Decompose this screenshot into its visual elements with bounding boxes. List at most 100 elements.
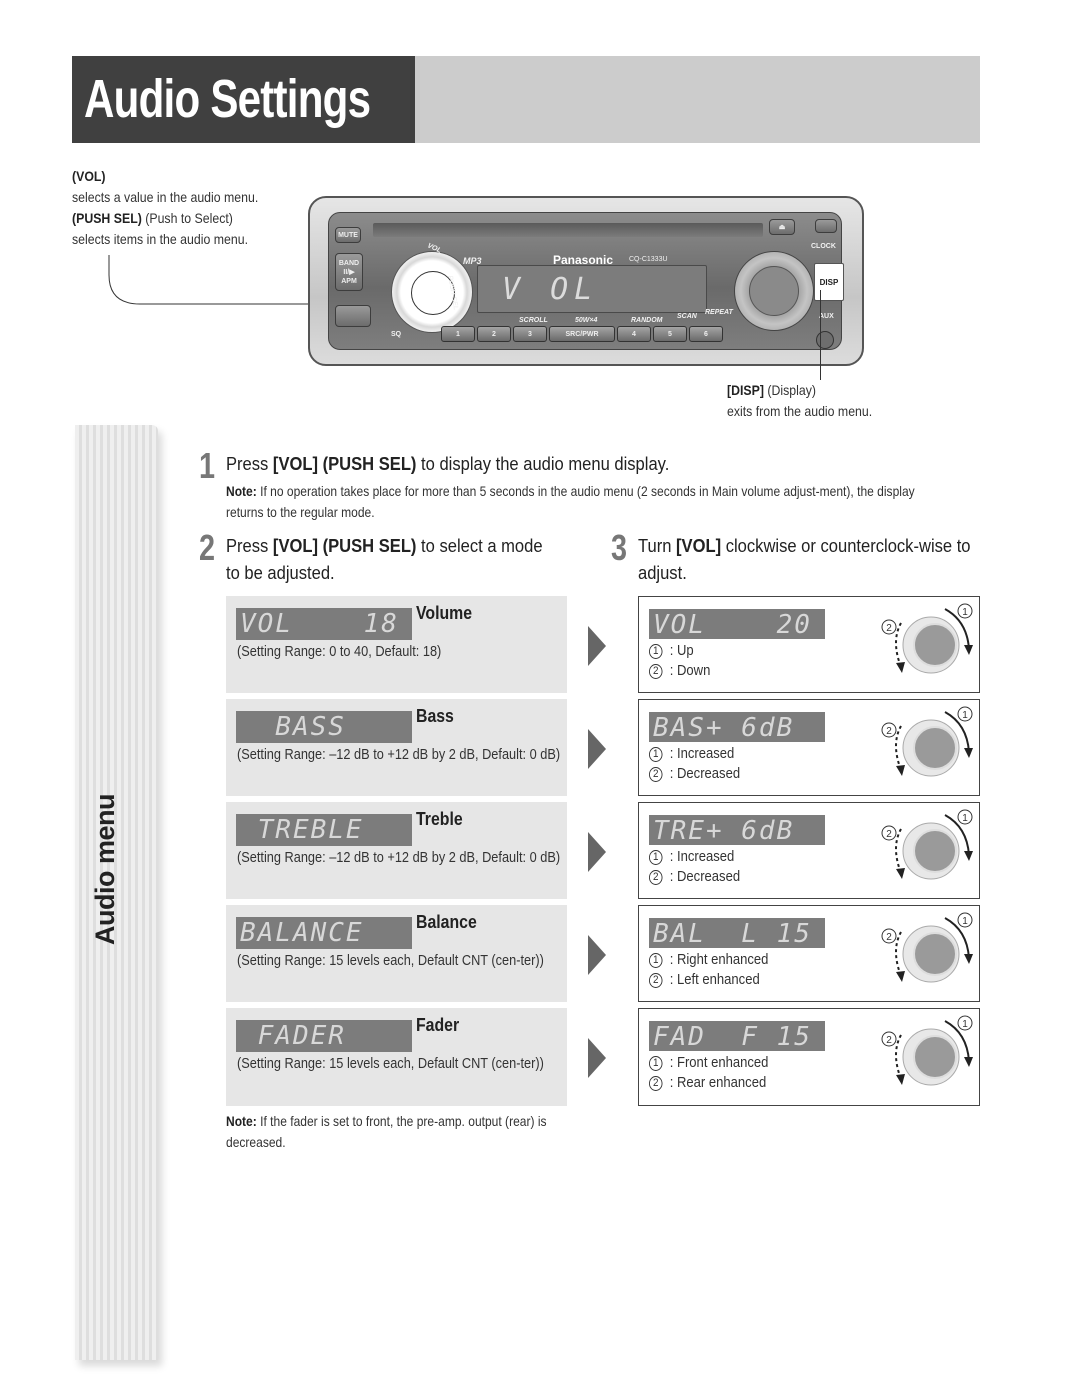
result-lcd-text: BAS+ 6dB <box>653 713 795 743</box>
band-label: BAND <box>338 259 360 267</box>
setting-title: Balance <box>416 912 477 932</box>
preset-button-5[interactable]: 5 <box>653 326 687 342</box>
knob-rotation-icon: 1 2 <box>881 706 973 777</box>
vol-knob[interactable] <box>391 251 473 333</box>
sq-button[interactable] <box>335 305 371 327</box>
disp-button[interactable]: DISP <box>814 263 844 301</box>
vol-callout: (VOL) selects a value in the audio menu.… <box>72 166 258 250</box>
step-1-note: Note: If no operation takes place for mo… <box>226 481 950 523</box>
setting-card-balance: BALANCE Balance (Setting Range: 15 level… <box>226 905 567 1002</box>
result-box-bass: BAS+ 6dB 1 : Increased 2 : Decreased 1 2 <box>638 699 980 796</box>
side-tab-label: Audio menu <box>90 794 120 945</box>
aux-jack <box>816 331 834 349</box>
sq-label: SQ <box>391 331 402 338</box>
result-1: Increased <box>676 849 735 865</box>
svg-text:1: 1 <box>962 813 968 824</box>
step-2-text: Press [VOL] (PUSH SEL) to select a mode … <box>226 533 557 587</box>
setting-title: Volume <box>416 603 473 623</box>
release-button[interactable] <box>815 219 837 233</box>
setting-desc: (Setting Range: 15 levels each, Default … <box>237 953 544 969</box>
result-2: Rear enhanced <box>676 1075 767 1091</box>
disp-callout: [DISP] (Display) exits from the audio me… <box>727 380 872 422</box>
arrow-right-icon <box>588 729 606 769</box>
marker-1: 1 <box>649 644 663 659</box>
setting-card-bass: BASS Bass (Setting Range: –12 dB to +12 … <box>226 699 567 796</box>
tune-track-dpad[interactable] <box>734 251 814 331</box>
disp-leader-line <box>820 290 821 380</box>
setting-lcd: TREBLE <box>236 814 412 846</box>
result-2: Decreased <box>676 869 741 885</box>
marker-2: 2 <box>649 664 663 679</box>
result-box-volume: VOL 20 1 : Up 2 : Down 1 2 <box>638 596 980 693</box>
dpad-center <box>749 266 799 316</box>
result-lcd: VOL 20 <box>649 609 825 640</box>
result-1: Right enhanced <box>676 952 769 968</box>
step-2-bold: [VOL] (PUSH SEL) <box>272 536 417 556</box>
disp-callout-desc: exits from the audio menu. <box>727 403 873 419</box>
clock-label: CLOCK <box>811 243 836 250</box>
result-lcd: TRE+ 6dB <box>649 815 825 846</box>
scroll-label: SCROLL <box>519 317 548 324</box>
marker-1: 1 <box>649 850 663 865</box>
disp-callout-paren: (Display) <box>767 382 816 398</box>
step-1-number: 1 <box>199 445 216 486</box>
step-1-pre: Press <box>226 454 273 474</box>
eject-button[interactable]: ⏏ <box>769 219 795 235</box>
knob-rotation-icon: 1 2 <box>881 1015 973 1086</box>
step-2-pre: Press <box>226 536 273 556</box>
setting-title: Bass <box>416 706 454 726</box>
step-2-number: 2 <box>199 527 216 568</box>
step-1-note-text: If no operation takes place for more tha… <box>226 483 915 520</box>
page-title: Audio Settings <box>84 69 371 129</box>
result-box-treble: TRE+ 6dB 1 : Increased 2 : Decreased 1 2 <box>638 802 980 899</box>
result-lcd: BAS+ 6dB <box>649 712 825 743</box>
marker-1: 1 <box>649 953 663 968</box>
arrow-right-icon <box>588 1038 606 1078</box>
marker-2: 2 <box>649 767 663 782</box>
setting-desc: (Setting Range: –12 dB to +12 dB by 2 dB… <box>237 850 561 866</box>
preset-button-4[interactable]: 4 <box>617 326 651 342</box>
marker-2: 2 <box>649 973 663 988</box>
repeat-label: REPEAT <box>705 309 733 316</box>
setting-lcd-text: FADER <box>240 1021 346 1051</box>
setting-title: Treble <box>416 809 463 829</box>
push-sel-label: (PUSH SEL) <box>72 210 142 226</box>
aux-label: AUX <box>819 313 834 320</box>
setting-lcd: BALANCE <box>236 917 412 949</box>
knob-rotation-icon: 1 2 <box>881 809 973 880</box>
setting-title: Fader <box>416 1015 460 1035</box>
setting-desc: (Setting Range: 15 levels each, Default … <box>237 1056 544 1072</box>
preset-button-2[interactable]: 2 <box>477 326 511 342</box>
sep: : <box>666 766 677 782</box>
fader-note: Note: If the fader is set to front, the … <box>226 1111 570 1153</box>
setting-lcd-text: BALANCE <box>240 918 364 948</box>
result-2: Down <box>676 663 711 679</box>
result-box-balance: BAL L 15 1 : Right enhanced 2 : Left enh… <box>638 905 980 1002</box>
svg-text:2: 2 <box>886 829 892 840</box>
sep: : <box>666 1055 677 1071</box>
step-3-number: 3 <box>611 527 628 568</box>
band-button[interactable]: BAND II/▶ APM <box>335 253 363 291</box>
mute-button[interactable]: MUTE <box>335 227 361 243</box>
setting-lcd-text: VOL 18 <box>240 609 399 639</box>
svg-text:1: 1 <box>962 916 968 927</box>
vol-callout-desc: selects a value in the audio menu. <box>72 189 259 205</box>
result-1: Increased <box>676 746 735 762</box>
play-pause-label: II/▶ <box>343 268 355 276</box>
result-box-fader: FAD F 15 1 : Front enhanced 2 : Rear enh… <box>638 1008 980 1106</box>
setting-lcd: FADER <box>236 1020 412 1052</box>
svg-text:2: 2 <box>886 932 892 943</box>
preset-button-6[interactable]: 6 <box>689 326 723 342</box>
setting-desc: (Setting Range: 0 to 40, Default: 18) <box>237 644 442 660</box>
step-1-note-label: Note: <box>226 483 257 499</box>
step-1-bold: [VOL] (PUSH SEL) <box>272 454 417 474</box>
result-lcd-text: TRE+ 6dB <box>653 816 795 846</box>
head-unit-display: V OL 18 <box>477 265 785 313</box>
marker-2: 2 <box>649 870 663 885</box>
preset-button-1[interactable]: 1 <box>441 326 475 342</box>
src-pwr-button[interactable]: SRC/PWR <box>549 326 615 342</box>
result-2: Left enhanced <box>676 972 760 988</box>
step-1-text: Press [VOL] (PUSH SEL) to display the au… <box>226 451 669 478</box>
result-items: 1 : Front enhanced 2 : Rear enhanced <box>649 1053 768 1093</box>
preset-button-3[interactable]: 3 <box>513 326 547 342</box>
